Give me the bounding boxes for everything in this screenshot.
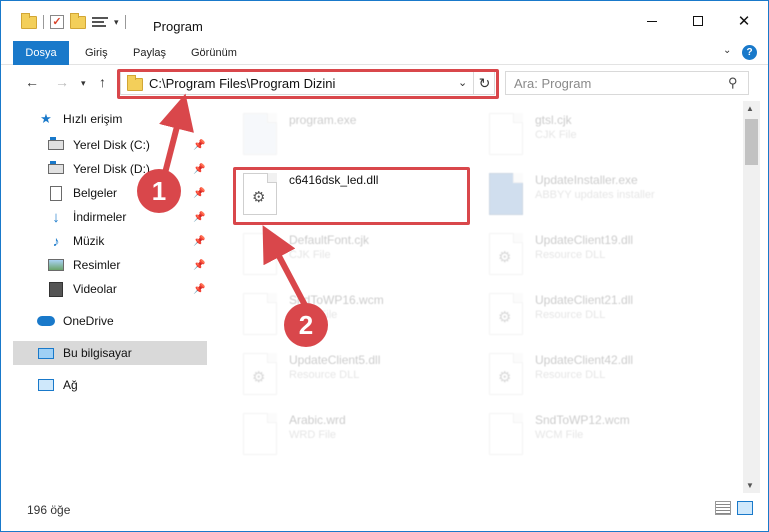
file-explorer-window: ✓ ▾ Program ✕ Dosya Giriş Paylaş Görünüm… [0,0,769,532]
annotation-arrows [159,93,310,311]
step-2-badge: 2 [284,303,328,347]
arrow-to-dll-file [262,225,310,311]
step-1-badge: 1 [137,169,181,213]
arrow-to-address-bar [159,93,194,178]
